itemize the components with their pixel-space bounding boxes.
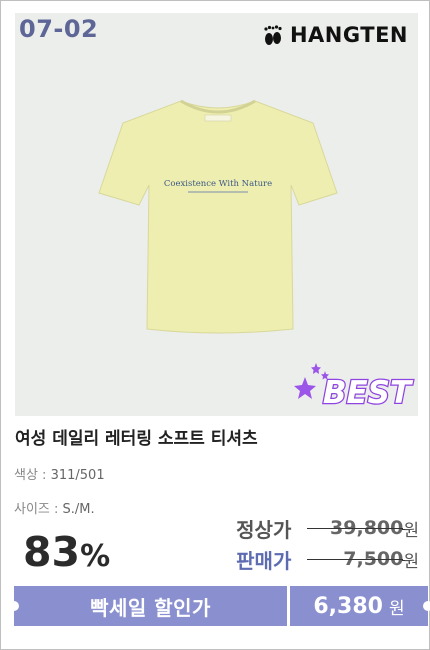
shirt-print-text: Coexistence With Nature [164,179,272,189]
sale-price-currency: 원 [402,547,419,572]
promo-price: 6,380 [313,593,383,619]
brand-logo: HANGTEN [262,23,408,47]
regular-price-value: 39,800 [307,517,404,539]
regular-price-label: 정상가 [236,517,292,542]
product-code-badge: 07-02 [19,15,99,43]
star-icon [311,363,321,374]
product-title[interactable]: 여성 데일리 레터링 소프트 티셔츠 [15,424,258,449]
size-value: S./M. [62,502,95,517]
color-label: 색상 : [14,468,47,483]
size-label: 사이즈 : [14,502,59,517]
color-value: 311/501 [50,468,105,483]
best-label: BEST [323,375,414,411]
sale-price-label: 판매가 [236,548,292,573]
promo-price-box[interactable]: 6,380 원 [290,586,430,626]
tshirt-image: Coexistence With Nature [98,99,338,334]
promo-price-bar[interactable]: 빡세일 할인가 6,380 원 [9,586,430,626]
discount-value: 83 [23,528,81,576]
best-badge: BEST [294,363,415,412]
sale-price-row: 판매가 7,500 원 [236,546,419,573]
regular-price-row: 정상가 39,800 원 [236,515,419,542]
promo-label: 빡세일 할인가 [90,595,211,620]
promo-label-box[interactable]: 빡세일 할인가 [9,586,287,626]
discount-unit: % [80,539,111,574]
sale-price-value: 7,500 [307,548,404,570]
star-icon [294,377,316,399]
brand-name: HANGTEN [289,23,408,47]
discount-rate: 83% [23,532,110,573]
product-photo[interactable]: 07-02 HANGTEN Coexistence With Nature BE… [15,13,418,416]
footprint-icon [264,25,282,45]
product-card[interactable]: 07-02 HANGTEN Coexistence With Nature BE… [0,0,430,650]
size-option: 사이즈 : S./M. [14,498,95,517]
regular-price-currency: 원 [402,516,419,541]
color-option: 색상 : 311/501 [14,464,105,483]
promo-price-currency: 원 [388,598,405,619]
